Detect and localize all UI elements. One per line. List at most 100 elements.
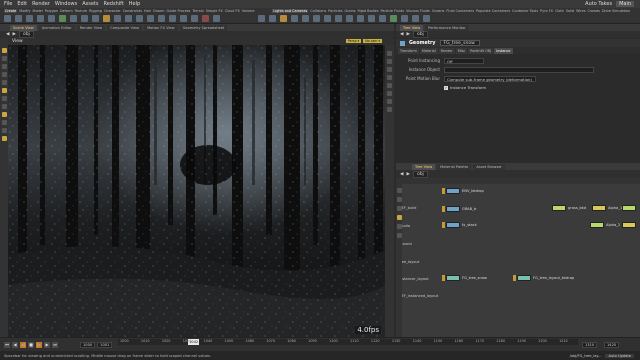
shelf-tab[interactable]: Particles bbox=[328, 9, 342, 13]
shelf-tab[interactable]: Container Tools bbox=[512, 9, 538, 13]
layout-tool-icon[interactable] bbox=[396, 215, 402, 220]
global-end-field[interactable]: 1420 bbox=[604, 342, 620, 348]
point-instancing-menu[interactable]: Off bbox=[444, 57, 484, 64]
back-arrow-icon[interactable]: ◀ bbox=[400, 32, 403, 37]
volume-light-tool-icon[interactable] bbox=[313, 15, 320, 22]
shelf-tab[interactable]: Texture bbox=[75, 9, 87, 13]
draw-curve-tool-icon[interactable] bbox=[103, 15, 110, 22]
shelf-tab[interactable]: Particle Fluids bbox=[380, 9, 404, 13]
box-tool-icon[interactable] bbox=[4, 15, 11, 22]
network-node[interactable] bbox=[552, 205, 566, 211]
desktop-select[interactable]: Main bbox=[616, 1, 634, 7]
point-motion-blur-menu[interactable]: Compute sub-frame geometry (deformation) bbox=[444, 75, 536, 82]
select-tool-icon[interactable] bbox=[396, 188, 402, 193]
shelf-tab[interactable]: Pyro FX bbox=[540, 9, 553, 13]
sky-light-tool-icon[interactable] bbox=[346, 15, 353, 22]
subtab-redshift-obj[interactable]: Redshift OBJ bbox=[468, 47, 494, 54]
ambient-light-tool-icon[interactable] bbox=[390, 15, 397, 22]
menu-windows[interactable]: Windows bbox=[55, 1, 77, 7]
shelf-tab[interactable]: Fluid Containers bbox=[446, 9, 474, 13]
forward-arrow-icon[interactable]: ▶ bbox=[406, 32, 409, 37]
tab-render-view[interactable]: Render View bbox=[76, 24, 106, 31]
rotate-tool-icon[interactable] bbox=[1, 64, 7, 69]
menu-render[interactable]: Render bbox=[32, 1, 50, 7]
visibility-icon[interactable] bbox=[387, 83, 392, 88]
lsystem-tool-icon[interactable] bbox=[158, 15, 165, 22]
end-frame-field[interactable]: 1310 bbox=[582, 342, 598, 348]
lighting-icon[interactable] bbox=[387, 91, 392, 96]
shelf-tab[interactable]: Model bbox=[33, 9, 43, 13]
network-box-tool-icon[interactable] bbox=[396, 224, 402, 229]
subtab-render[interactable]: Render bbox=[438, 47, 455, 54]
platonic-tool-icon[interactable] bbox=[147, 15, 154, 22]
display-flag-icon[interactable] bbox=[442, 222, 445, 228]
jump-end-icon[interactable]: ⏭ bbox=[52, 342, 58, 348]
move-tool-icon[interactable] bbox=[1, 56, 7, 61]
spray-paint-tool-icon[interactable] bbox=[125, 15, 132, 22]
shelf-tab[interactable]: Wires bbox=[576, 9, 585, 13]
wireframe-icon[interactable] bbox=[387, 67, 392, 72]
snap-tool-icon[interactable] bbox=[1, 112, 7, 117]
back-arrow-icon[interactable]: ◀ bbox=[400, 172, 403, 177]
back-arrow-icon[interactable]: ◀ bbox=[6, 32, 9, 37]
current-frame-field[interactable]: 1001 bbox=[97, 342, 113, 348]
font-tool-icon[interactable] bbox=[136, 15, 143, 22]
tab-scene-view[interactable]: Scene View bbox=[10, 24, 37, 31]
shelf-tab[interactable]: Oceans bbox=[432, 9, 445, 13]
subtab-material[interactable]: Material bbox=[419, 47, 438, 54]
tab-animation-editor[interactable]: Animation Editor bbox=[38, 24, 75, 31]
display-flag-icon[interactable] bbox=[442, 275, 445, 281]
shelf-tab[interactable]: Populate Containers bbox=[476, 9, 510, 13]
view-tool-icon[interactable] bbox=[1, 88, 7, 93]
network-node[interactable] bbox=[592, 205, 606, 211]
zoom-tool-icon[interactable] bbox=[396, 206, 402, 211]
shelf-tab[interactable]: Drive Simulation bbox=[602, 9, 630, 13]
stop-icon[interactable]: ■ bbox=[28, 342, 34, 348]
subtab-instance[interactable]: Instance bbox=[494, 47, 513, 54]
tube-tool-icon[interactable] bbox=[26, 15, 33, 22]
shelf-tab[interactable]: Rigging bbox=[89, 9, 102, 13]
shelf-tab[interactable]: Constraints bbox=[123, 9, 142, 13]
frame-ruler[interactable]: 1042 1000 1010 1020 1030 1040 1050 1060 1070 108… bbox=[118, 339, 578, 345]
param-path-field[interactable]: obj bbox=[412, 31, 428, 38]
tab-composite-view[interactable]: Composite View bbox=[107, 24, 143, 31]
step-back-icon[interactable]: ◀ bbox=[12, 342, 18, 348]
shelf-tab[interactable]: Polygon bbox=[45, 9, 58, 13]
shelf-tab[interactable]: Volume bbox=[242, 9, 255, 13]
helix-tool-icon[interactable] bbox=[202, 15, 209, 22]
tab-geometry-spreadsheet[interactable]: Geometry Spreadsheet bbox=[179, 24, 228, 31]
torus-tool-icon[interactable] bbox=[37, 15, 44, 22]
camera-menu[interactable]: No cam ▾ bbox=[363, 39, 382, 43]
play-icon[interactable]: ▷ bbox=[36, 342, 42, 348]
scene-viewport[interactable]: 4.0fps bbox=[8, 45, 385, 337]
forward-arrow-icon[interactable]: ▶ bbox=[12, 32, 15, 37]
scale-tool-icon[interactable] bbox=[1, 72, 7, 77]
shelf-tab[interactable]: Deform bbox=[60, 9, 73, 13]
pan-tool-icon[interactable] bbox=[396, 197, 402, 202]
shelf-tab[interactable]: Groom bbox=[153, 9, 164, 13]
shelf-tab[interactable]: Simple FX bbox=[206, 9, 223, 13]
menu-assets[interactable]: Assets bbox=[82, 1, 98, 7]
vr-camera-tool-icon[interactable] bbox=[412, 15, 419, 22]
shelf-tab[interactable]: Crowds bbox=[587, 9, 599, 13]
display-flag-icon[interactable] bbox=[442, 206, 445, 212]
spot-light-tool-icon[interactable] bbox=[280, 15, 287, 22]
measure-tool-icon[interactable] bbox=[1, 128, 7, 133]
shading-mode-icon[interactable] bbox=[387, 59, 392, 64]
line-tool-icon[interactable] bbox=[70, 15, 77, 22]
tab-motion-fx-view[interactable]: Motion FX View bbox=[144, 24, 178, 31]
shelf-tab[interactable]: Terrain bbox=[192, 9, 203, 13]
network-node[interactable] bbox=[622, 205, 636, 211]
select-tool-icon[interactable] bbox=[1, 48, 7, 53]
start-frame-field[interactable]: 1000 bbox=[80, 342, 96, 348]
menu-redshift[interactable]: Redshift bbox=[103, 1, 123, 7]
shelf-tab[interactable]: Rigid Bodies bbox=[358, 9, 379, 13]
path-tool-icon[interactable] bbox=[114, 15, 121, 22]
spiral-tool-icon[interactable] bbox=[191, 15, 198, 22]
brush-tool-icon[interactable] bbox=[1, 104, 7, 109]
network-path-field[interactable]: obj bbox=[412, 170, 428, 178]
tab-tree-view[interactable]: Tree View bbox=[400, 24, 424, 31]
point-light-tool-icon[interactable] bbox=[269, 15, 276, 22]
network-node[interactable] bbox=[622, 222, 636, 228]
display-options-icon[interactable] bbox=[387, 51, 392, 56]
